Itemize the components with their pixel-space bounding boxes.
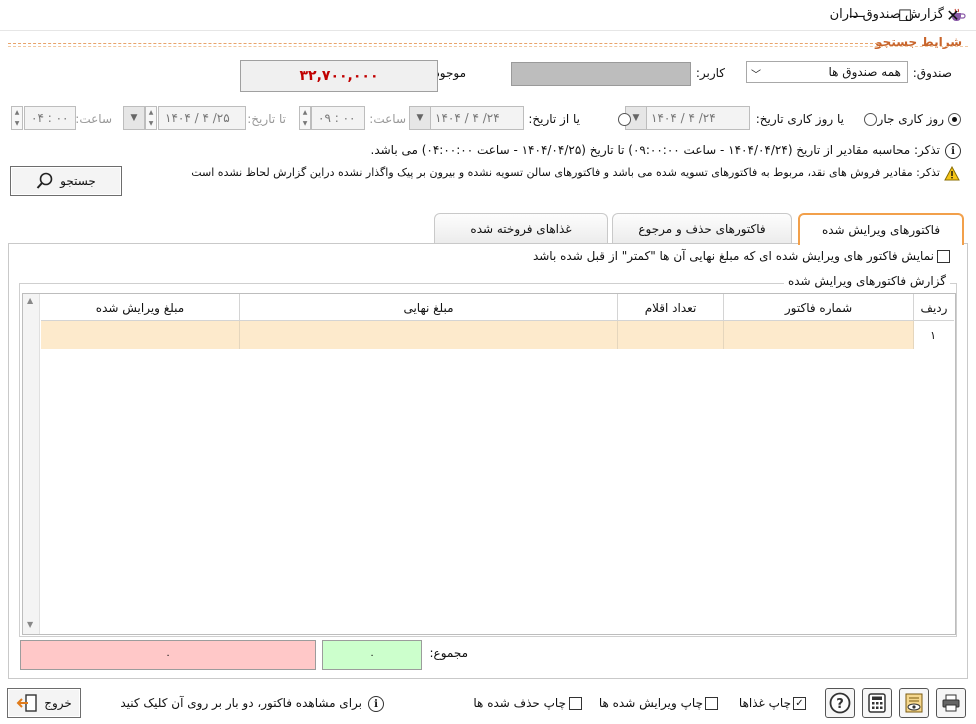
user-field[interactable]	[511, 62, 691, 86]
note-cash-sales: تذکر: مقادیر فروش های نقد، مربوط به فاکت…	[191, 166, 940, 179]
to-date-dropdown[interactable]: ▼	[123, 106, 145, 130]
filter-lower-checkbox[interactable]	[937, 250, 950, 263]
print-foods-label: چاپ غذاها	[738, 696, 791, 710]
to-date-value: ۱۴۰۴ / ۴ /۲۵	[165, 111, 230, 125]
col-header-final[interactable]: مبلغ نهایی	[240, 294, 618, 321]
workday-date-value: ۱۴۰۴ / ۴ /۲۴	[651, 111, 716, 125]
chevron-down-icon: ﹀	[751, 70, 761, 81]
tab-deleted-returned-label: فاکتورهای حذف و مرجوع	[638, 221, 766, 236]
fund-combo[interactable]: ﹀ همه صندوق ها	[746, 61, 908, 83]
scroll-down-icon[interactable]: ▼	[27, 620, 33, 629]
col-header-row[interactable]: ردیف	[914, 294, 954, 321]
checkmark-icon: ✓	[795, 697, 804, 709]
close-button[interactable]: ✕	[930, 0, 976, 31]
fund-combo-value: همه صندوق ها	[828, 65, 901, 79]
print-foods-checkbox[interactable]: ✓	[793, 697, 806, 710]
workday-radio[interactable]	[863, 113, 877, 126]
vertical-scrollbar[interactable]: ▲ ▼	[23, 294, 40, 634]
to-date-spinner[interactable]: ▲ ▼	[145, 106, 157, 130]
from-date-value: ۱۴۰۴ / ۴ /۲۴	[435, 111, 500, 125]
print-button[interactable]	[936, 688, 966, 718]
from-date-label: یا از تاریخ:	[528, 112, 580, 126]
help-button[interactable]: ?	[825, 688, 855, 718]
print-deleted-checkbox[interactable]	[569, 697, 582, 710]
to-date-field[interactable]: ۱۴۰۴ / ۴ /۲۵	[158, 106, 246, 130]
report-eye-icon	[905, 693, 923, 713]
workday-label: یا روز کاری تاریخ:	[755, 112, 844, 126]
fund-label: صندوق:	[912, 66, 952, 80]
exit-door-icon	[16, 694, 37, 712]
tab-deleted-returned[interactable]: فاکتورهای حذف و مرجوع	[612, 213, 792, 243]
sum-final-value: ۰	[322, 640, 422, 670]
edited-group-title: گزارش فاکتورهای ویرایش شده	[783, 274, 950, 288]
scroll-up-icon[interactable]: ▲	[27, 296, 33, 305]
to-time-value: ۰۴ : ۰۰	[31, 111, 69, 125]
hint-text: برای مشاهده فاکتور، دو بار بر روی آن کلی…	[120, 696, 362, 710]
warning-icon	[944, 166, 960, 181]
table-cell-items[interactable]	[618, 321, 724, 349]
from-time-label: ساعت:	[369, 112, 406, 126]
balance-value: ۳۲,۷۰۰,۰۰۰	[240, 60, 438, 92]
calculator-icon	[868, 693, 886, 713]
to-time-label: ساعت:	[75, 112, 112, 126]
from-time-field[interactable]: ۰۹ : ۰۰	[311, 106, 365, 130]
search-button[interactable]: جستجو	[10, 166, 122, 196]
exit-button-label: خروج	[44, 696, 72, 710]
user-label: کاربر:	[695, 66, 725, 80]
sum-edited-value: ۰	[20, 640, 316, 670]
svg-text:?: ?	[836, 697, 844, 712]
hint-info-icon: i	[368, 696, 384, 712]
section-divider	[8, 43, 878, 44]
search-button-label: جستجو	[60, 174, 96, 188]
col-header-items[interactable]: تعداد اقلام	[618, 294, 724, 321]
current-day-label: روز کاری جاری	[868, 112, 944, 126]
to-time-spinner[interactable]: ▲ ▼	[11, 106, 23, 130]
tab-edited-invoices-label: فاکتورهای ویرایش شده	[821, 223, 941, 237]
tab-sold-foods-label: غذاهای فروخته شده	[470, 221, 572, 236]
info-icon: i	[945, 143, 961, 159]
from-time-spinner[interactable]: ▲ ▼	[299, 106, 311, 130]
table-row-number[interactable]: ۱	[914, 321, 954, 349]
current-day-radio[interactable]	[948, 113, 961, 126]
from-date-field[interactable]: ۱۴۰۴ / ۴ /۲۴	[428, 106, 524, 130]
from-time-value: ۰۹ : ۰۰	[318, 111, 356, 125]
print-edited-label: چاپ ویرایش شده ها	[598, 696, 703, 710]
from-date-radio[interactable]	[617, 113, 631, 126]
print-deleted-label: چاپ حذف شده ها	[473, 696, 566, 710]
minimize-button[interactable]: —	[834, 0, 880, 31]
table-cell-invoice[interactable]	[724, 321, 914, 349]
report-view-button[interactable]	[899, 688, 929, 718]
note-date-range: تذکر: محاسبه مقادیر از تاریخ (۱۴۰۴/۰۴/۲۴…	[370, 143, 941, 157]
table-cell-final[interactable]	[240, 321, 618, 349]
tab-edited-invoices[interactable]: فاکتورهای ویرایش شده	[798, 213, 964, 245]
maximize-button[interactable]: ☐	[882, 0, 928, 31]
exit-button[interactable]: خروج	[7, 688, 81, 718]
to-date-label: تا تاریخ:	[247, 112, 286, 126]
print-edited-checkbox[interactable]	[705, 697, 718, 710]
from-date-dropdown[interactable]: ▼	[409, 106, 431, 130]
tab-sold-foods[interactable]: غذاهای فروخته شده	[434, 213, 608, 243]
search-icon	[36, 172, 53, 189]
sum-label: مجموع:	[429, 646, 468, 660]
calculator-button[interactable]	[862, 688, 892, 718]
to-time-field[interactable]: ۰۴ : ۰۰	[24, 106, 76, 130]
printer-icon	[942, 694, 960, 712]
col-header-edited[interactable]: مبلغ ویرایش شده	[41, 294, 240, 321]
filter-lower-label: نمایش فاکتور های ویرایش شده ای که مبلغ ن…	[532, 249, 934, 263]
workday-date-field[interactable]: ۱۴۰۴ / ۴ /۲۴	[644, 106, 750, 130]
help-icon: ?	[829, 692, 851, 714]
table-cell-edited[interactable]	[41, 321, 240, 349]
section-divider-2	[8, 46, 968, 47]
col-header-invoice[interactable]: شماره فاکتور	[724, 294, 914, 321]
